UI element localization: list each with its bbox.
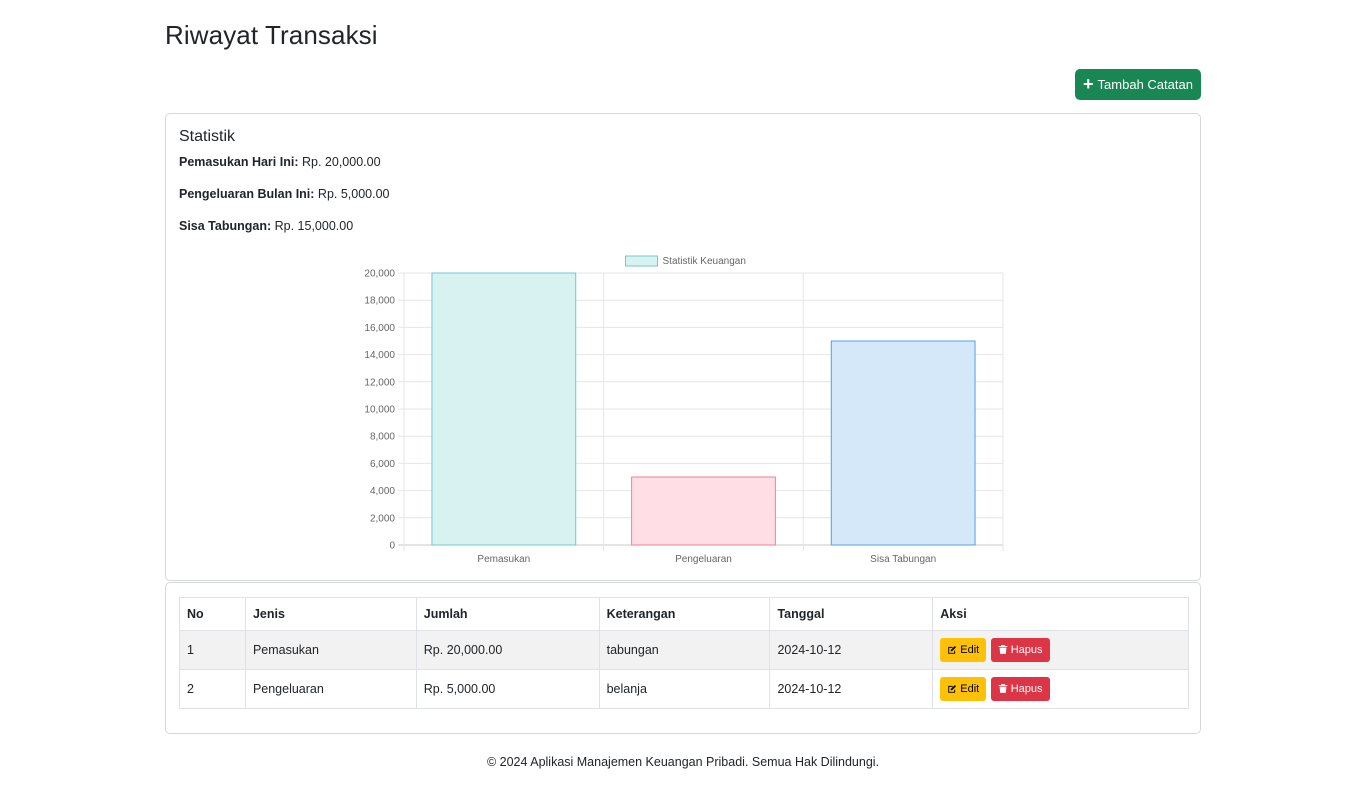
table-row: 2 Pengeluaran Rp. 5,000.00 belanja 2024-… <box>179 669 1189 709</box>
edit-icon <box>948 685 957 693</box>
edit-label: Edit <box>960 644 980 657</box>
transactions-table: No Jenis Jumlah Keterangan Tanggal Aksi … <box>179 597 1189 709</box>
y-tick-label: 20,000 <box>364 269 395 280</box>
legend-swatch <box>625 255 658 267</box>
delete-button[interactable]: Hapus <box>990 676 1050 701</box>
y-tick-label: 10,000 <box>364 405 395 416</box>
bar-pengeluaran <box>631 476 776 546</box>
cell-aksi: Edit Hapus <box>932 630 1189 670</box>
x-tick-label: Sisa Tabungan <box>870 554 936 565</box>
add-record-button[interactable]: + Tambah Catatan <box>1075 69 1201 100</box>
cell-no: 2 <box>179 669 246 709</box>
add-record-label: Tambah Catatan <box>1097 77 1193 92</box>
cell-jumlah: Rp. 20,000.00 <box>415 630 600 670</box>
statistics-card: Statistik Pemasukan Hari Ini: Rp. 20,000… <box>165 113 1201 581</box>
y-tick-label: 0 <box>389 541 395 552</box>
y-tick-label: 8,000 <box>370 432 395 443</box>
header-tanggal: Tanggal <box>769 597 934 631</box>
edit-button[interactable]: Edit <box>940 638 987 663</box>
table-row: 1 Pemasukan Rp. 20,000.00 tabungan 2024-… <box>179 630 1189 670</box>
y-tick-label: 14,000 <box>364 350 395 361</box>
y-tick-label: 12,000 <box>364 377 395 388</box>
header-keterangan: Keterangan <box>598 597 771 631</box>
bar-pemasukan <box>431 272 577 546</box>
cell-jumlah: Rp. 5,000.00 <box>415 669 600 709</box>
cell-aksi: Edit Hapus <box>932 669 1189 709</box>
delete-label: Hapus <box>1010 643 1043 656</box>
x-tick-label: Pemasukan <box>477 554 530 565</box>
header-jenis: Jenis <box>244 597 417 631</box>
cell-no: 1 <box>179 630 246 670</box>
cell-tanggal: 2024-10-12 <box>769 630 934 670</box>
delete-button[interactable]: Hapus <box>990 637 1050 662</box>
bar-sisa-tabungan <box>830 340 976 546</box>
cell-keterangan: belanja <box>598 669 771 709</box>
header-aksi: Aksi <box>932 597 1189 631</box>
cell-jenis: Pengeluaran <box>244 669 417 709</box>
plus-icon: + <box>1083 73 1094 94</box>
trash-icon <box>998 645 1008 655</box>
transactions-card: No Jenis Jumlah Keterangan Tanggal Aksi … <box>165 582 1201 734</box>
delete-label: Hapus <box>1010 682 1043 695</box>
y-tick-label: 16,000 <box>364 323 395 334</box>
page-title: Riwayat Transaksi <box>165 20 378 50</box>
cell-keterangan: tabungan <box>598 630 771 670</box>
footer-text: © 2024 Aplikasi Manajemen Keuangan Priba… <box>486 755 880 769</box>
header-jumlah: Jumlah <box>415 597 600 631</box>
y-tick-label: 2,000 <box>370 513 395 524</box>
header-no: No <box>179 597 246 631</box>
finance-bar-chart: 0 2,000 4,000 6,000 8,000 10,000 12,000 14,000 1… <box>364 255 1004 565</box>
legend-label: Statistik Keuangan <box>663 256 746 267</box>
edit-icon <box>948 646 957 654</box>
y-tick-label: 6,000 <box>370 459 395 470</box>
y-tick-label: 18,000 <box>364 296 395 307</box>
y-tick-label: 4,000 <box>370 486 395 497</box>
trash-icon <box>998 684 1008 694</box>
edit-button[interactable]: Edit <box>940 677 987 702</box>
cell-tanggal: 2024-10-12 <box>769 669 934 709</box>
x-tick-label: Pengeluaran <box>675 554 732 565</box>
table-header-row: No Jenis Jumlah Keterangan Tanggal Aksi <box>179 597 1189 631</box>
edit-label: Edit <box>960 683 980 696</box>
cell-jenis: Pemasukan <box>244 630 417 670</box>
